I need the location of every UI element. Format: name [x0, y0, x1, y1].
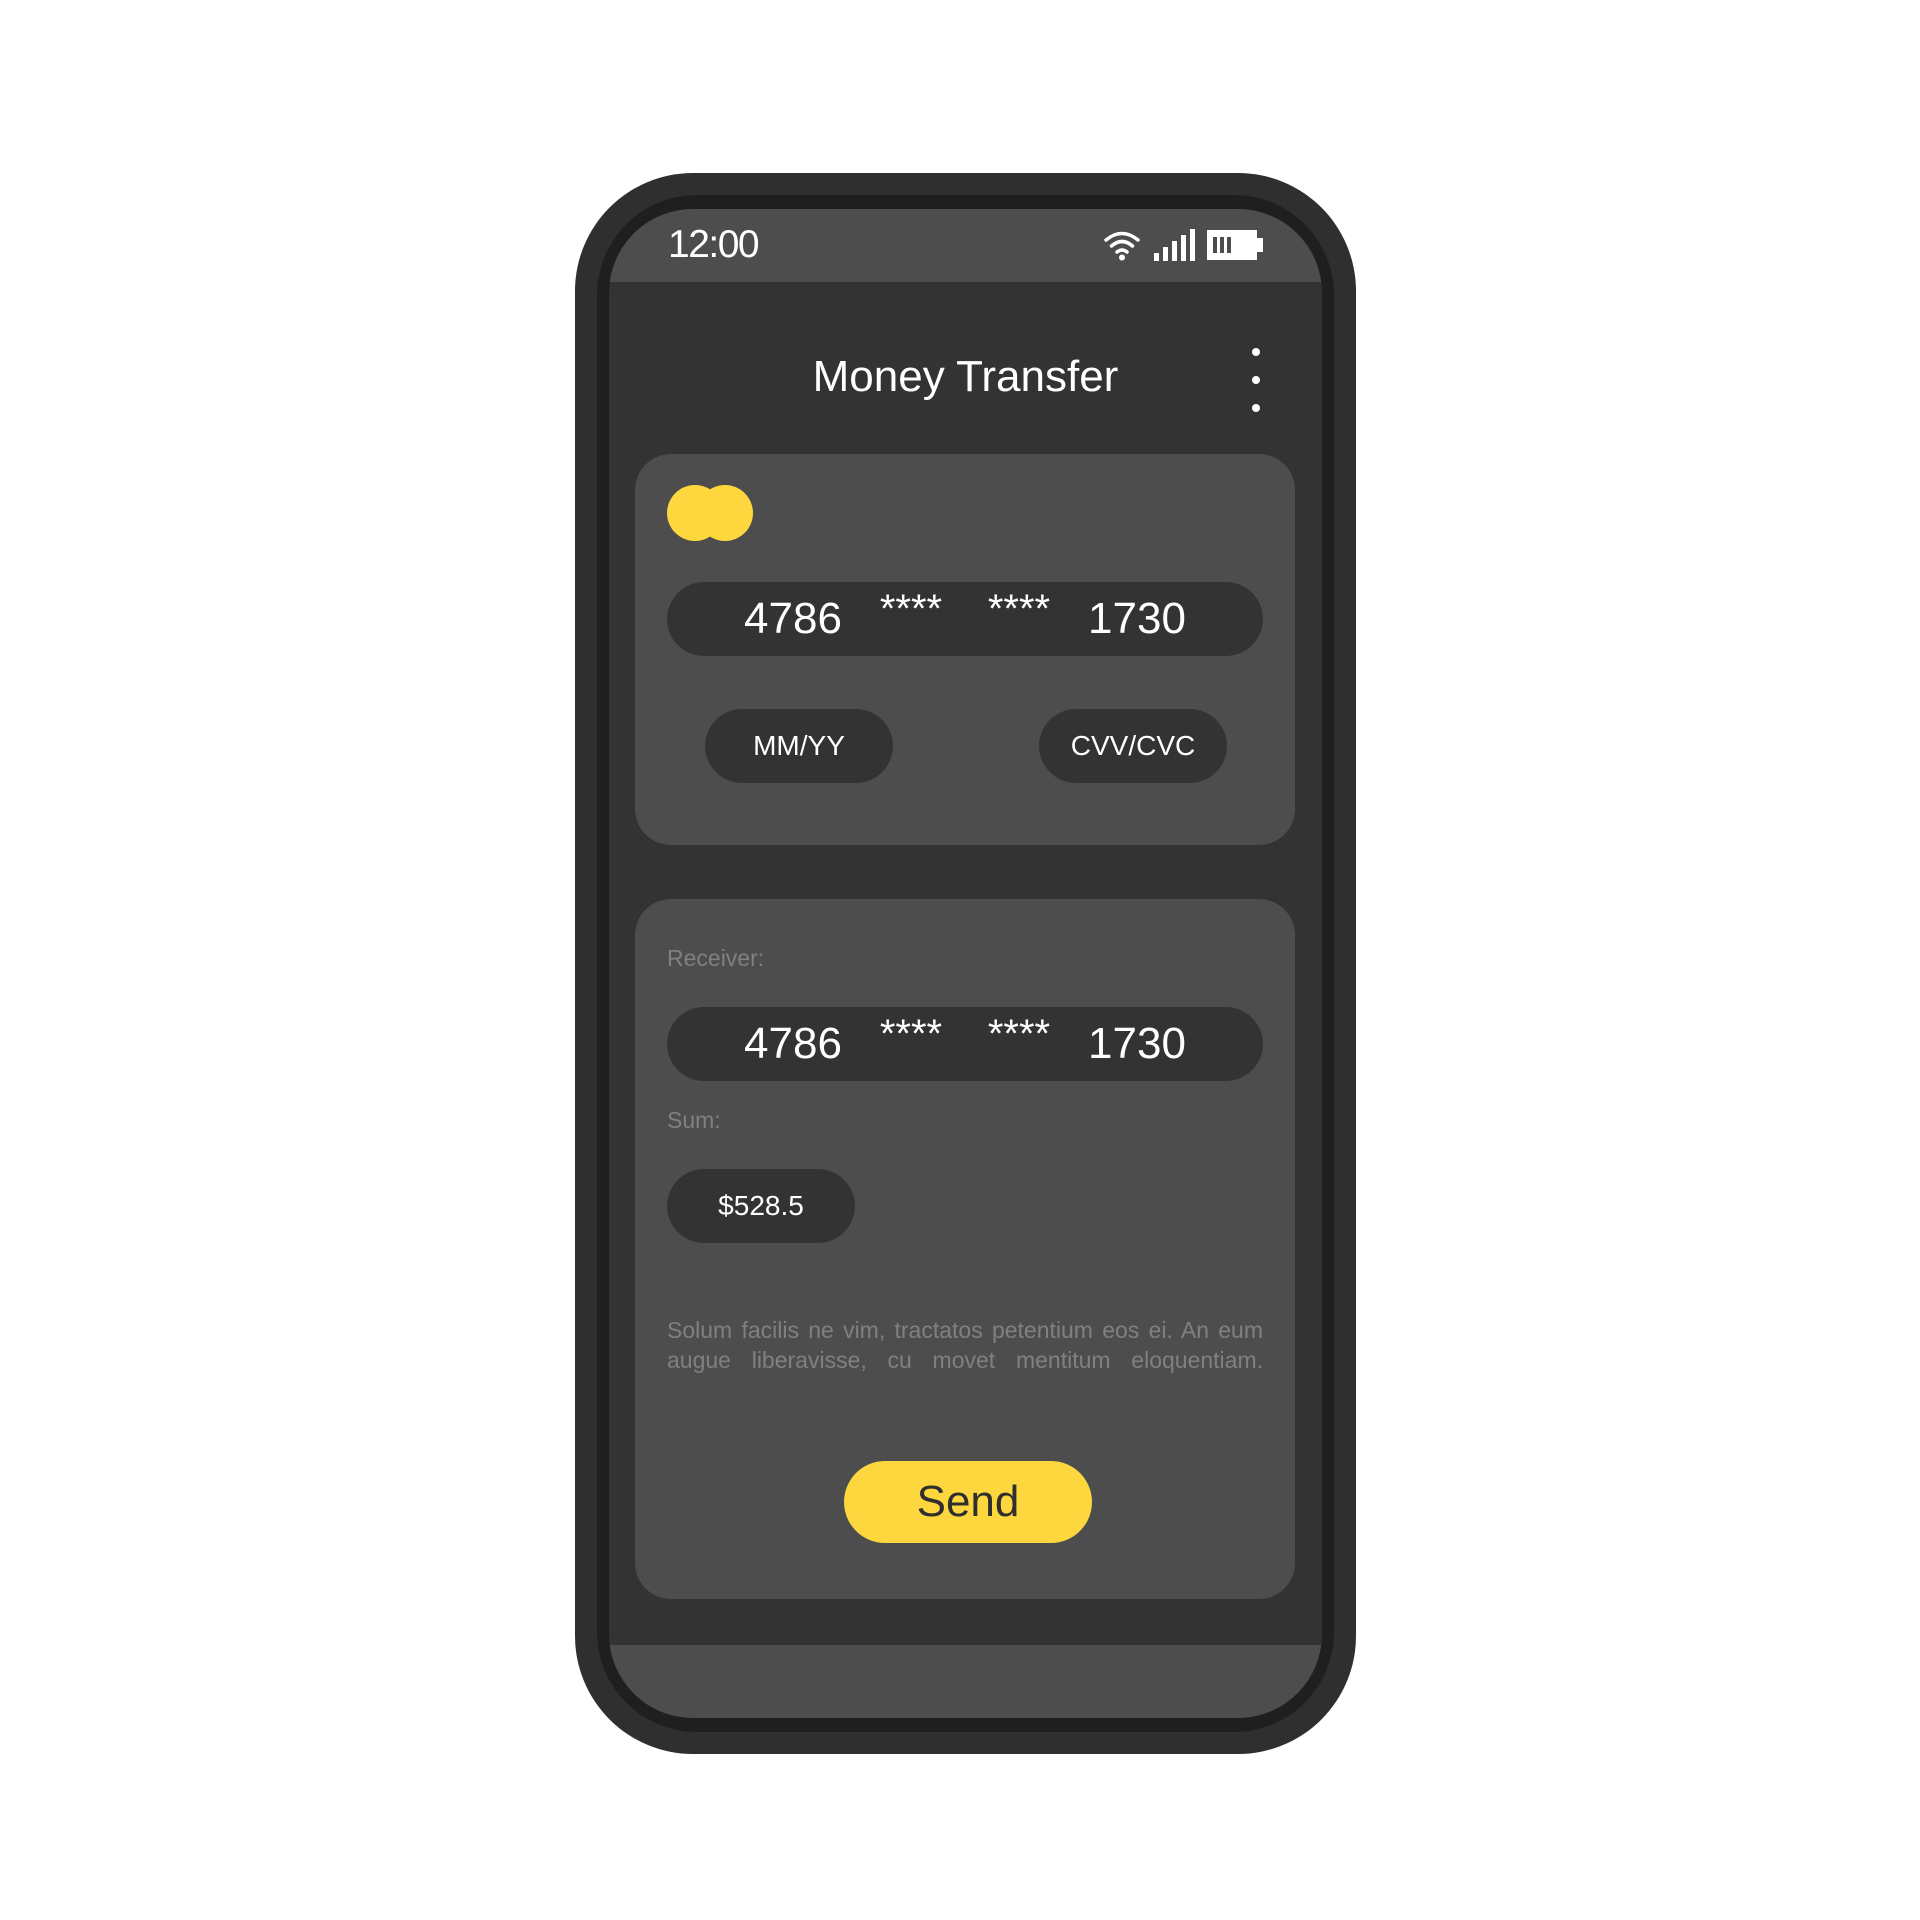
card-number-group: **** [879, 1011, 943, 1056]
more-vertical-icon-dot [1252, 376, 1260, 384]
send-button[interactable]: Send [844, 1461, 1092, 1543]
sum-label: Sum: [667, 1107, 721, 1133]
status-icons [1102, 229, 1264, 261]
card-number-group: **** [879, 586, 943, 631]
page-title: Money Transfer [812, 352, 1119, 401]
sender-card-panel: 4786 **** **** 1730 MM/YY CVV/CVC [635, 454, 1295, 845]
wifi-icon [1104, 231, 1140, 261]
sum-field[interactable]: $528.5 [667, 1169, 855, 1243]
card-number-group: 1730 [1088, 594, 1186, 643]
more-vertical-icon [1252, 348, 1260, 356]
card-chip-icon [667, 485, 753, 541]
card-number-group: 4786 [744, 1019, 842, 1068]
card-number-group: 1730 [1088, 1019, 1186, 1068]
more-menu-button[interactable] [1246, 348, 1266, 412]
status-bar: 12:00 [609, 209, 1322, 282]
receiver-card-number-field[interactable]: 4786 **** **** 1730 [667, 1007, 1263, 1081]
expiry-field[interactable]: MM/YY [705, 709, 893, 783]
battery-icon [1207, 230, 1263, 260]
card-number-group: 4786 [744, 594, 842, 643]
phone-frame: 12:00 Money Transfer 4786 **** **** 1730… [575, 173, 1356, 1754]
bottom-bar [609, 1645, 1322, 1718]
card-number-field[interactable]: 4786 **** **** 1730 [667, 582, 1263, 656]
app-header: Money Transfer [609, 282, 1322, 432]
status-time: 12:00 [668, 223, 760, 266]
screen: 12:00 Money Transfer 4786 **** **** 1730… [609, 209, 1322, 1718]
card-number-group: **** [987, 1011, 1051, 1056]
description-text: Solum facilis ne vim, tractatos petentiu… [667, 1317, 1263, 1373]
more-vertical-icon-dot [1252, 404, 1260, 412]
receiver-panel: Receiver: 4786 **** **** 1730 Sum: $528.… [635, 899, 1295, 1599]
card-number-group: **** [987, 586, 1051, 631]
cvv-field[interactable]: CVV/CVC [1039, 709, 1227, 783]
signal-icon [1154, 229, 1195, 261]
receiver-label: Receiver: [667, 945, 765, 971]
